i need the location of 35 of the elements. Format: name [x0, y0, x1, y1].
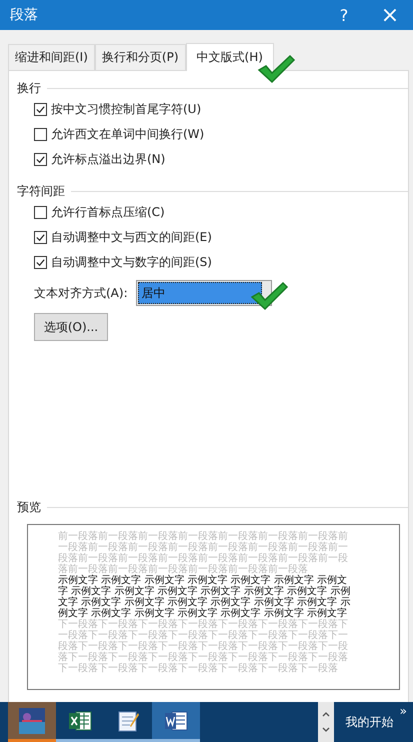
more-button[interactable]: » — [396, 702, 413, 718]
checkbox[interactable] — [34, 206, 47, 219]
preview-text: 示例文字 示例文字 示例文字 示例文字 示例文字 示例文字 示例文字 示例文字 示例文字 示例文字 示例文字 示例文字 示例文字 示例文字 示例文字 示例文字 示例文字 示例文字 示例文字 示例文字 示例文字 示例文字 示例文字 示例文字 示例文字 示例文字 示例文字 — [58, 575, 352, 619]
checkbox-label: 自动调整中文与西文的间距(E) — [51, 229, 212, 246]
checkbox[interactable] — [34, 231, 47, 244]
section-title: 字符间距 — [17, 182, 65, 200]
chevron-icon[interactable] — [318, 702, 334, 742]
close-button[interactable]: × — [367, 0, 413, 30]
checkbox-label: 允许行首标点压缩(C) — [51, 204, 165, 221]
spreadsheet-icon — [68, 710, 92, 732]
window-title: 段落 — [9, 6, 38, 24]
checkbox[interactable] — [34, 128, 47, 141]
document-icon — [164, 710, 188, 732]
alignment-dropdown[interactable]: 居中 — [136, 280, 272, 306]
help-button[interactable]: ? — [321, 0, 367, 30]
taskbar-app-button[interactable] — [152, 702, 200, 742]
options-button[interactable]: 选项(O)... — [34, 313, 108, 341]
checkbox-label: 允许西文在单词中间换行(W) — [51, 126, 204, 143]
notepad-icon — [116, 708, 140, 732]
section-title: 预览 — [17, 498, 41, 516]
check-mark-icon — [249, 281, 289, 311]
toolbar-label: 我的开始 — [344, 714, 395, 730]
checkbox[interactable] — [34, 153, 47, 166]
checkbox-label: 自动调整中文与数字的间距(S) — [51, 254, 212, 271]
section-title: 换行 — [17, 80, 41, 96]
checkbox-label: 按中文习惯控制首尾字符(U) — [51, 101, 202, 118]
field-label: 文本对齐方式(A): — [34, 284, 128, 302]
tab[interactable]: 换行和分页(P) — [94, 44, 186, 70]
checkbox-label: 允许标点溢出边界(N) — [51, 151, 166, 168]
checkbox[interactable] — [34, 256, 47, 269]
tab[interactable]: 缩进和间距(I) — [8, 44, 95, 70]
checkbox[interactable] — [34, 103, 47, 116]
tab[interactable]: 中文版式(H) — [186, 43, 274, 71]
preview-text: 下一段落下一段落下一段落下一段落下一段落下一段落下一段落下一段落下一段落下一段落下一段落下一段落下一段落下一段落下一段落下一段落下一段落下一段落下一段落下一段落下一段落下一段落下一段落下一段落下一段落下一段落下一段落下一段落下一段落下一段落下一段落下一段落下一段落下一段落下一段落下一段落 — [58, 619, 349, 674]
preview-text: 前一段落前一段落前一段落前一段落前一段落前一段落前一段落前一段落前一段落前一段落前一段落前一段落前一段落前一段落前一段落前一段落前一段落前一段落前一段落前一段落前一段落前一段落前一段落前一段落前一段落前一段落前一段落前一段落 — [58, 531, 349, 575]
